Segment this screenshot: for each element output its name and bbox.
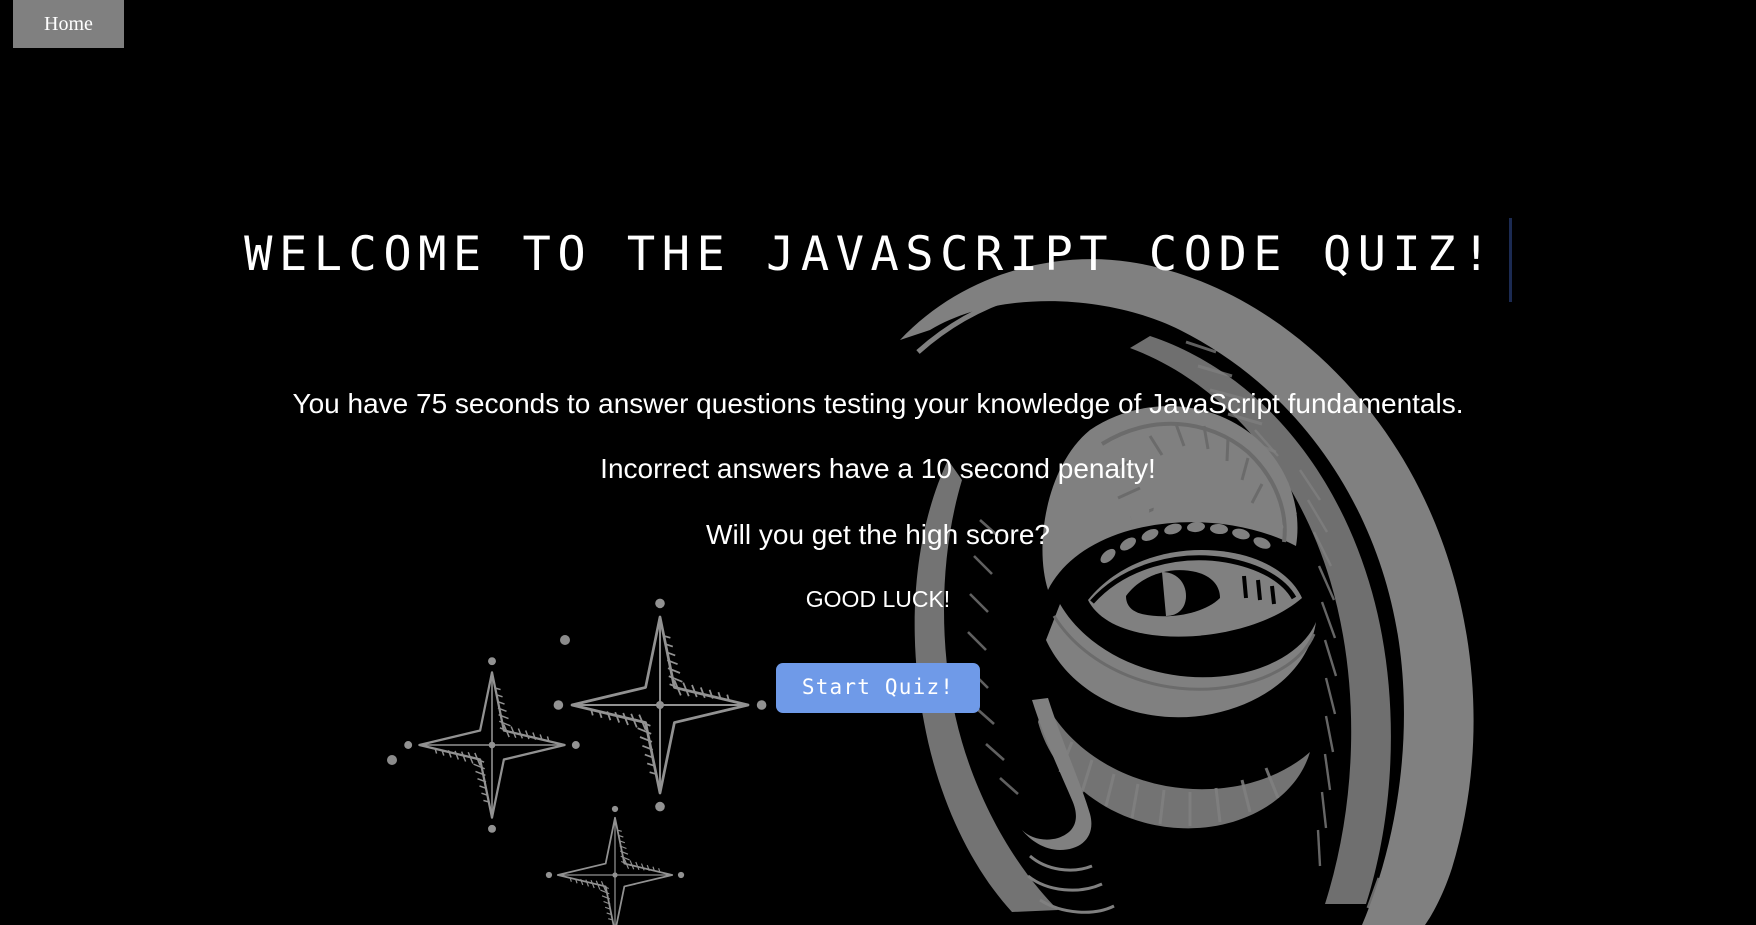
intro-line-penalty: Incorrect answers have a 10 second penal… <box>600 453 1156 484</box>
main-content: WELCOME TO THE JAVASCRIPT CODE QUIZ! You… <box>0 0 1756 925</box>
text-caret <box>1508 218 1512 303</box>
intro-line-good-luck: GOOD LUCK! <box>805 586 951 612</box>
top-navigation: Home <box>0 0 124 48</box>
home-button[interactable]: Home <box>13 0 124 48</box>
page-title: WELCOME TO THE JAVASCRIPT CODE QUIZ! <box>244 227 1497 283</box>
intro-line-duration: You have 75 seconds to answer questions … <box>292 388 1464 419</box>
intro-line-question: Will you get the high score? <box>706 519 1050 550</box>
page-title-row: WELCOME TO THE JAVASCRIPT CODE QUIZ! <box>0 196 1756 315</box>
start-quiz-button[interactable]: Start Quiz! <box>775 663 981 713</box>
start-quiz-container: Start Quiz! <box>0 663 1756 713</box>
